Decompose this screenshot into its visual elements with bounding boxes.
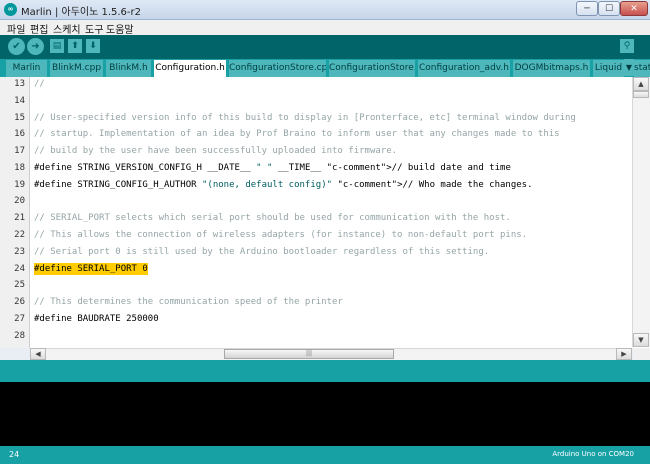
line-number: 17 [14,146,25,156]
code-line[interactable]: // Serial port 0 is still used by the Ar… [34,247,489,257]
vertical-scrollbar[interactable] [632,77,650,347]
tab-dogmbitmaps-h[interactable]: DOGMbitmaps.h [513,60,590,77]
new-sketch-icon[interactable]: ▤ [50,39,64,53]
code-line[interactable]: // This determines the communication spe… [34,297,343,307]
maximize-button[interactable]: ☐ [598,1,620,16]
minimize-button[interactable]: ─ [576,1,598,16]
line-number: 14 [14,96,25,106]
console-output[interactable] [0,382,650,446]
code-line[interactable]: // SERIAL_PORT selects which serial port… [34,213,511,223]
current-line-number: 24 [9,450,20,459]
code-line[interactable]: #define STRING_VERSION_CONFIG_H __DATE__… [34,163,511,173]
menu-file[interactable]: 파일 [7,21,25,36]
upload-icon[interactable]: ➜ [27,38,44,55]
scroll-down-icon[interactable]: ▼ [633,333,649,347]
line-number: 18 [14,163,25,173]
line-number: 21 [14,213,25,223]
message-area [0,360,650,382]
board-port-label: Arduino Uno on COM20 [552,450,634,458]
code-line[interactable]: // build by the user have been successfu… [34,146,397,156]
arduino-logo-icon: ∞ [4,3,17,16]
line-number: 28 [14,331,25,341]
line-number: 16 [14,129,25,139]
line-number: 20 [14,196,25,206]
verify-icon[interactable]: ✔ [8,38,25,55]
tab-blinkm-cpp[interactable]: BlinkM.cpp [50,60,103,77]
menu-edit[interactable]: 편집 [30,21,48,36]
code-line[interactable]: #define STRING_CONFIG_H_AUTHOR "(none, d… [34,180,533,190]
tab-blinkm-h[interactable]: BlinkM.h [106,60,151,77]
line-number: 24 [14,264,25,274]
tab-marlin[interactable]: Marlin [6,60,47,77]
vertical-scroll-thumb[interactable] [633,91,649,98]
tab-configurationstore-h[interactable]: ConfigurationStore.h [329,60,415,77]
scroll-left-icon[interactable]: ◀ [30,348,46,360]
line-number: 19 [14,180,25,190]
save-sketch-icon[interactable]: ⬇ [86,39,100,53]
line-number: 15 [14,113,25,123]
line-number: 27 [14,314,25,324]
code-line[interactable]: #define BAUDRATE 250000 [34,314,159,324]
scroll-up-icon[interactable]: ▲ [633,77,649,91]
tab-bar: Marlin BlinkM.cpp BlinkM.h Configuration… [0,59,650,77]
line-number: 26 [14,297,25,307]
tab-liquid[interactable]: Liquid [593,60,624,77]
code-line[interactable]: // This allows the connection of wireles… [34,230,527,240]
tab-configurationstore-cpp[interactable]: ConfigurationStore.cpp [229,60,326,77]
menu-sketch[interactable]: 스케치 [53,21,81,36]
code-line-highlighted[interactable]: #define SERIAL_PORT 0 [34,263,148,275]
code-line[interactable]: // [34,79,45,89]
tab-configuration-adv-h[interactable]: Configuration_adv.h [418,60,510,77]
line-number: 23 [14,247,25,257]
tab-stat[interactable]: stat [634,60,650,77]
scroll-right-icon[interactable]: ▶ [616,348,632,360]
scroll-corner [633,348,650,360]
open-sketch-icon[interactable]: ⬆ [68,39,82,53]
line-number: 25 [14,280,25,290]
close-button[interactable]: ✕ [620,1,648,16]
serial-monitor-icon[interactable]: ⚲ [620,39,634,53]
menu-bar: 파일 편집 스케치 도구 도움말 [0,20,650,36]
code-line[interactable]: // User-specified version info of this b… [34,113,576,123]
horizontal-scroll-thumb[interactable]: ||| [224,349,394,359]
line-number: 22 [14,230,25,240]
tab-menu-icon[interactable]: ▼ [624,59,634,76]
line-number: 13 [14,79,25,89]
code-line[interactable]: // startup. Implementation of an idea by… [34,129,560,139]
window-title: Marlin | 아두이노 1.5.6-r2 [21,7,141,18]
menu-tools[interactable]: 도구 [85,21,103,36]
menu-help[interactable]: 도움말 [106,21,134,36]
toolbar: ✔ ➜ ▤ ⬆ ⬇ ⚲ [0,35,650,59]
tab-configuration-h[interactable]: Configuration.h [154,60,226,77]
